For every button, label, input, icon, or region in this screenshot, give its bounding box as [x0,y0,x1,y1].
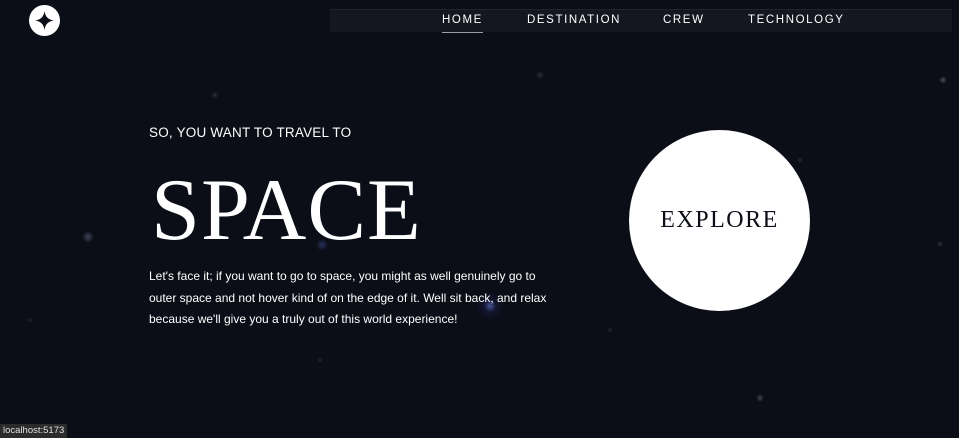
nav-home[interactable]: HOME [442,10,483,33]
hero-description: Let's face it; if you want to go to spac… [149,269,547,326]
explore-label: EXPLORE [660,207,779,233]
main-navigation: HOME DESTINATION CREW TECHNOLOGY [330,9,952,33]
page: HOME DESTINATION CREW TECHNOLOGY SO, YOU… [0,0,959,438]
explore-button[interactable]: EXPLORE [629,130,810,311]
nav-crew[interactable]: CREW [663,10,705,32]
star-logo-icon [35,11,54,30]
hero-title: SPACE [151,162,422,259]
logo[interactable] [29,5,60,36]
hero-intro: SO, YOU WANT TO TRAVEL TO [149,125,352,140]
nav-destination[interactable]: DESTINATION [527,10,621,32]
browser-status-url: localhost:5173 [0,424,68,438]
nav-technology[interactable]: TECHNOLOGY [748,10,845,32]
